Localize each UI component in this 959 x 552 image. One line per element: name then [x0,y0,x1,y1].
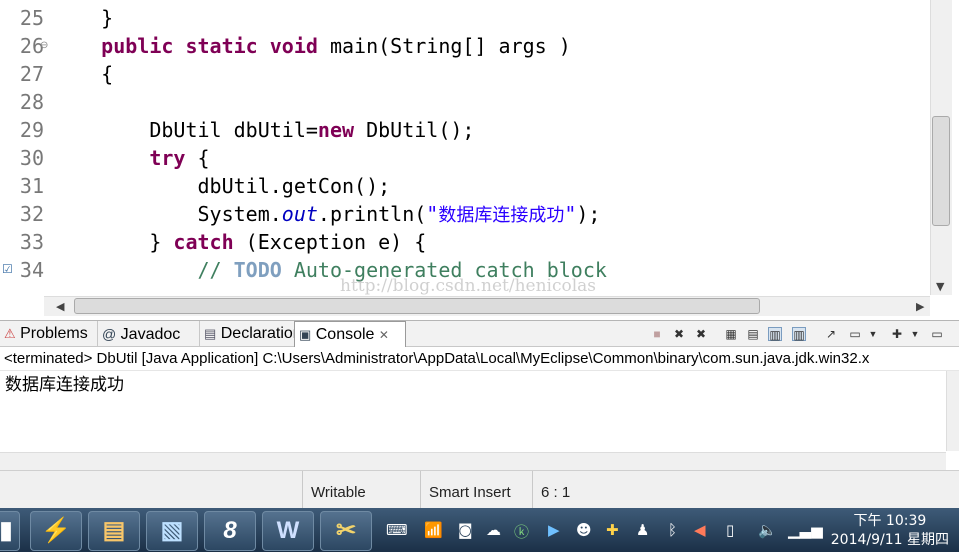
clock-date: 2014/9/11 星期四 [830,532,949,548]
display-console-icon[interactable]: ▭ [848,327,862,341]
scroll-down-icon[interactable]: ▼ [936,280,944,293]
tab-label: Declaration [220,325,302,342]
code-line: dbUtil.getCon(); [197,174,391,198]
console-vertical-scrollbar[interactable] [946,371,959,451]
terminate-icon[interactable]: ■ [650,327,664,341]
minimize-icon[interactable]: ▭ [930,327,944,341]
taskbar-clock[interactable]: 下午 10:39 2014/9/11 星期四 [831,512,949,550]
line-number: 26 [19,34,44,58]
k-icon[interactable]: ⓚ [514,521,529,542]
person-icon[interactable]: ☻ [576,521,592,539]
rar-app-icon[interactable]: ▤ [88,511,140,551]
volume-icon[interactable]: 🔈 [758,521,777,539]
line-number: 27 [19,62,44,86]
tab-console[interactable]: ▣ Console ✕ [294,321,406,348]
remove-launch-icon[interactable]: ✖ [672,327,686,341]
code-line: System.out.println("数据库连接成功"); [197,202,601,226]
status-cursor-position: 6 : 1 [532,471,650,509]
keyboard-icon[interactable]: ⌨ [386,521,408,539]
console-output[interactable]: 数据库连接成功 [0,371,946,451]
line-number: 25 [19,6,44,30]
task-marker-icon[interactable]: ☑ [2,262,13,276]
clear-console-icon[interactable]: ▦ [724,327,738,341]
code-line: } [101,6,114,30]
status-insert-mode: Smart Insert [420,471,532,509]
line-number: 29 [19,118,44,142]
problems-icon: ⚠ [4,326,16,341]
declaration-icon: ▤ [204,326,217,341]
code-line: DbUtil dbUtil=new DbUtil(); [149,118,475,142]
close-icon[interactable]: ✕ [379,328,389,342]
scroll-lock-icon[interactable]: ▤ [746,327,760,341]
code-line: public static void main(String[] args ) [101,34,571,58]
clock-time: 下午 10:39 [853,513,927,529]
status-bar: Writable Smart Insert 6 : 1 [0,470,959,509]
penguin-icon[interactable]: ♟ [636,521,649,539]
watermark-text: http://blog.csdn.net/henicolas [340,276,597,296]
line-number: 32 [19,202,44,226]
code-line: try { [149,146,210,170]
tab-problems[interactable]: ⚠ Problems [0,321,98,347]
myeclipse-app-icon[interactable]: ✂ [320,511,372,551]
code-editor[interactable]: 25 26 27 28 29 30 31 32 33 34 ⊖ ☑ } publ… [0,0,959,318]
line-number: 33 [19,230,44,254]
open-console-icon[interactable]: ✚ [890,327,904,341]
play-icon[interactable]: ▶ [548,521,560,539]
editor-horizontal-scroll-thumb[interactable] [74,298,760,314]
word-app-icon[interactable]: W [262,511,314,551]
notepad-app-icon[interactable]: ▧ [146,511,198,551]
fold-collapse-icon[interactable]: ⊖ [40,40,48,51]
tab-label: Problems [20,325,88,342]
editor-vertical-scroll-thumb[interactable] [932,116,950,226]
scroll-left-icon[interactable]: ◀ [56,300,64,313]
show-on-stderr-icon[interactable]: ▥ [792,327,806,342]
console-process-label: <terminated> DbUtil [Java Application] C… [0,347,959,371]
chevron-down-icon[interactable]: ▼ [908,327,922,341]
tab-javadoc[interactable]: @ Javadoc [98,321,200,347]
scroll-right-icon[interactable]: ▶ [916,300,924,313]
tab-label: Javadoc [120,326,181,343]
cloud-icon[interactable]: ☁ [486,521,501,539]
remove-all-launches-icon[interactable]: ✖ [694,327,708,341]
network-icon[interactable]: 📶 [424,521,443,539]
console-horizontal-scrollbar[interactable] [0,452,946,470]
qq-icon[interactable]: ◙ [458,521,473,539]
code-line: { [101,62,114,86]
battery-icon[interactable]: ▯ [726,521,734,539]
show-on-stdout-icon[interactable]: ▥ [768,327,782,342]
bluetooth-icon[interactable]: ᛒ [668,521,677,539]
line-number: 30 [19,146,44,170]
code-line: } catch (Exception e) { [149,230,427,254]
plus-icon[interactable]: ✚ [606,521,619,539]
tab-label: Console [315,326,375,343]
bottom-panel-tabbar: ⚠ Problems @ Javadoc ▤ Declaration ▣ Con… [0,320,959,348]
windows-taskbar: ▮ ⚡ ▤ ▧ 8 W ✂ ⌨ 📶 ◙ ☁ ⓚ ▶ ☻ ✚ ♟ ᛒ ◀ ▯ 🔈 … [0,508,959,552]
flash-app-icon[interactable]: ⚡ [30,511,82,551]
chevron-down-icon[interactable]: ▼ [866,327,880,341]
javadoc-icon: @ [102,326,117,342]
alert-icon[interactable]: ◀ [694,521,706,539]
line-number: 28 [19,90,44,114]
signal-icon[interactable]: ▁▃▅ [788,521,823,539]
status-writable: Writable [302,471,420,509]
pin-console-icon[interactable]: ↗ [824,327,838,341]
eight-app-icon[interactable]: 8 [204,511,256,551]
line-number: 31 [19,174,44,198]
console-icon: ▣ [299,327,312,342]
app-icon[interactable]: ▮ [0,511,20,551]
